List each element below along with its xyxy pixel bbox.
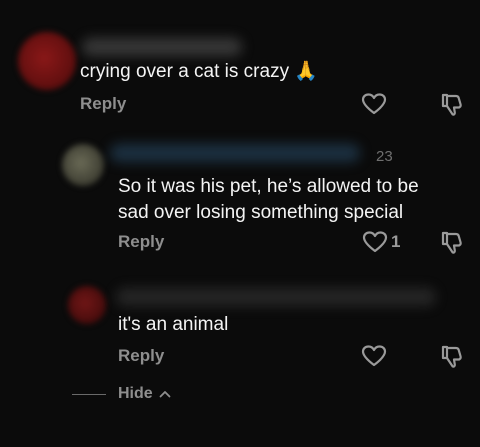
dislike-button[interactable] — [439, 92, 465, 118]
reply-button[interactable]: Reply — [118, 346, 164, 366]
comment-text: So it was his pet, he’s allowed to be sa… — [118, 176, 419, 223]
like-button[interactable]: 1 — [362, 230, 400, 254]
like-button[interactable] — [361, 92, 387, 116]
divider — [72, 393, 106, 395]
avatar[interactable] — [62, 144, 104, 186]
thumbs-down-icon — [441, 93, 462, 116]
heart-icon — [361, 345, 387, 367]
avatar[interactable] — [68, 286, 106, 324]
hide-label: Hide — [118, 385, 153, 402]
username-blurred[interactable] — [116, 288, 436, 306]
timestamp: 23 — [376, 148, 393, 165]
like-count: 1 — [391, 232, 401, 251]
reply-button[interactable]: Reply — [80, 94, 126, 114]
heart-icon — [361, 93, 387, 115]
chevron-up-icon — [159, 391, 171, 398]
comment-text: crying over a cat is crazy 🙏 — [80, 61, 319, 82]
dislike-button[interactable] — [439, 230, 465, 256]
dislike-button[interactable] — [439, 344, 465, 370]
comment-3: it's an animal Reply — [0, 270, 480, 380]
reply-button[interactable]: Reply — [118, 232, 164, 252]
comment-2: 23 So it was his pet, he’s allowed to be… — [0, 120, 480, 270]
comment-text: it's an animal — [118, 314, 229, 335]
like-button[interactable] — [361, 344, 387, 368]
comment-1: crying over a cat is crazy 🙏 Reply — [0, 0, 480, 120]
avatar[interactable] — [18, 32, 76, 90]
username-blurred[interactable] — [82, 38, 242, 56]
heart-icon — [362, 231, 388, 253]
hide-replies-button[interactable]: Hide — [72, 385, 171, 403]
thumbs-down-icon — [441, 345, 462, 368]
username-blurred[interactable] — [110, 144, 360, 162]
thumbs-down-icon — [441, 231, 462, 254]
